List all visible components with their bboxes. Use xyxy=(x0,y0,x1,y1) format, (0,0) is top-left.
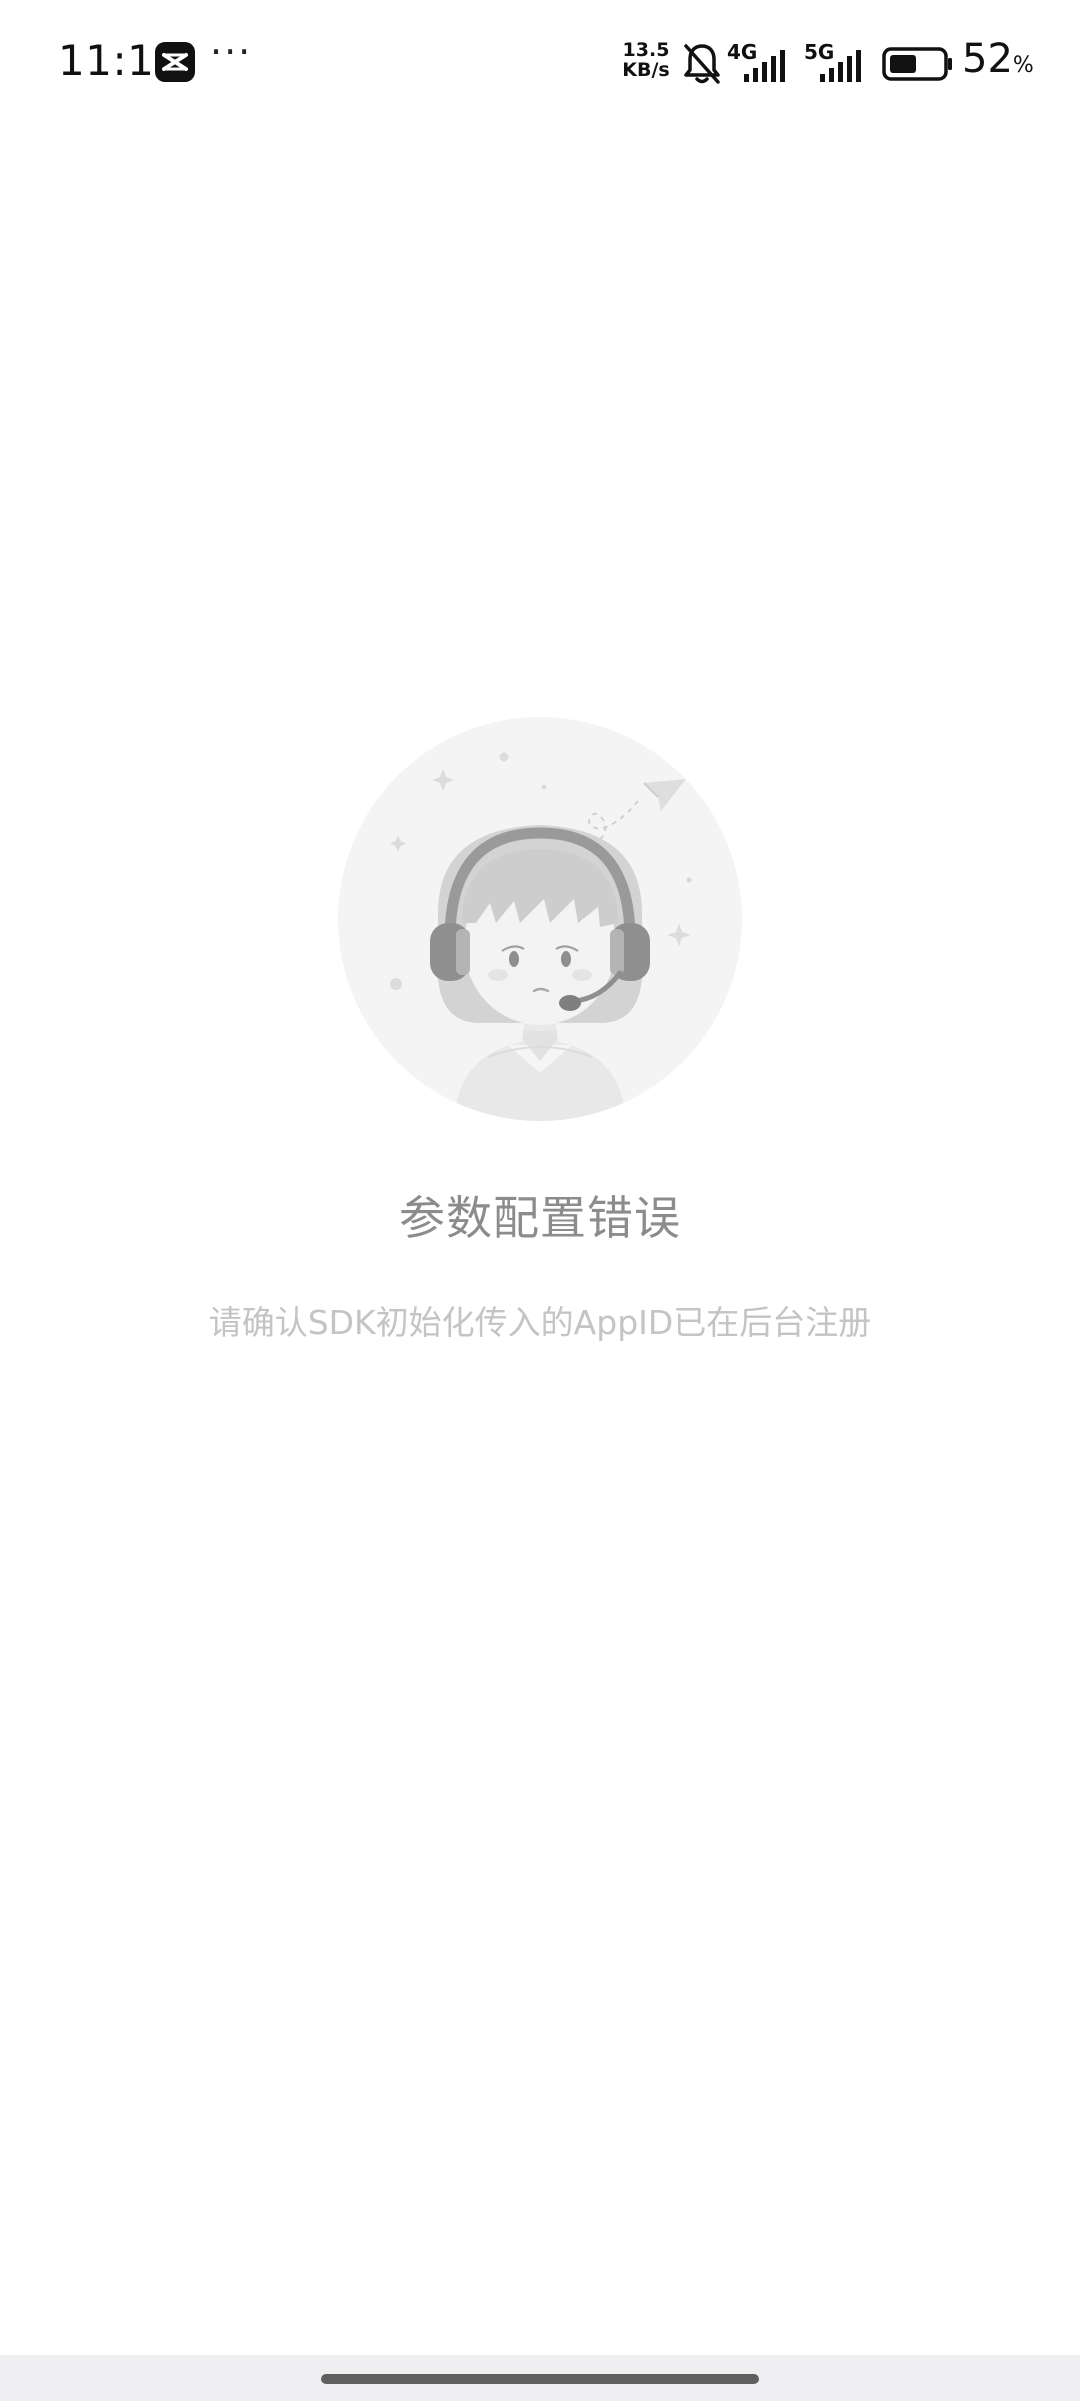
network-speed: 13.5 KB/s xyxy=(618,40,674,80)
battery-percentage-unit: % xyxy=(1012,53,1034,78)
error-title: 参数配置错误 xyxy=(399,1191,681,1245)
capcut-app-icon xyxy=(155,42,195,82)
more-notifications-icon: ··· xyxy=(210,30,253,74)
battery-percentage-value: 52 xyxy=(962,36,1013,82)
error-description: 请确认SDK初始化传入的AppID已在后台注册 xyxy=(208,1303,872,1342)
battery-percentage: 52% xyxy=(962,36,1034,82)
signal-5g-icon xyxy=(820,50,861,82)
signal-4g-icon xyxy=(744,50,785,82)
bell-muted-icon xyxy=(684,44,720,84)
status-bar: 11:11 ··· 13.5 KB/s 4G 5G 52% xyxy=(0,0,1080,125)
home-indicator[interactable] xyxy=(321,2374,759,2384)
battery-icon xyxy=(882,47,952,81)
network-speed-unit: KB/s xyxy=(622,59,670,81)
network-speed-value: 13.5 xyxy=(622,39,670,61)
screen: 11:11 ··· 13.5 KB/s 4G 5G 52% 参数配置错误 请确认… xyxy=(0,0,1080,2401)
customer-service-illustration xyxy=(338,717,742,1121)
